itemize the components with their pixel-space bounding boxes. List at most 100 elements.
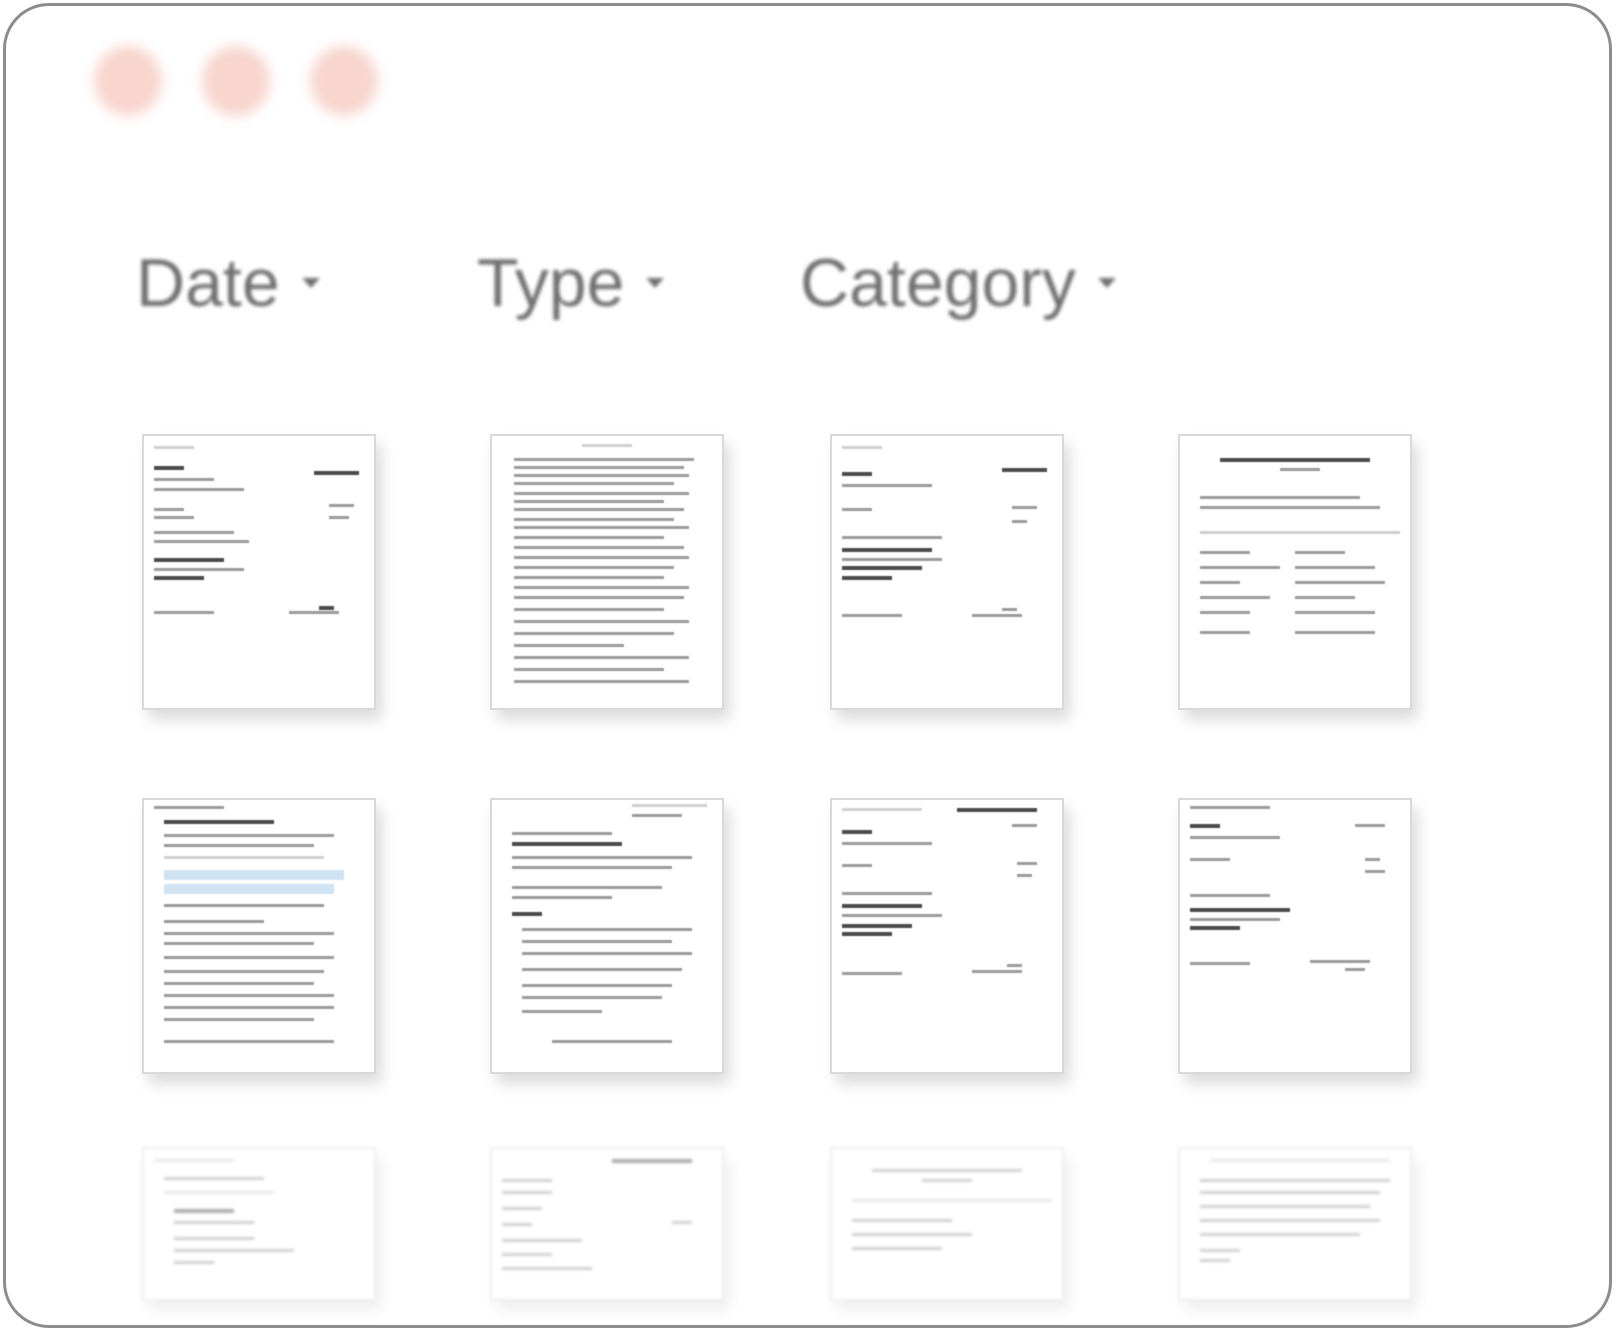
minimize-window-button[interactable] — [202, 46, 270, 116]
text-line — [514, 466, 684, 469]
close-window-button[interactable] — [94, 46, 162, 116]
text-line — [1012, 824, 1037, 827]
text-line — [514, 492, 689, 495]
text-line — [1220, 458, 1370, 462]
document-preview — [1180, 1149, 1410, 1299]
text-line — [552, 1040, 672, 1043]
text-line — [1200, 1259, 1230, 1262]
text-line — [164, 970, 324, 973]
text-line — [154, 611, 214, 614]
text-line — [1200, 496, 1360, 499]
text-line — [154, 1159, 234, 1162]
text-line — [514, 680, 689, 683]
text-line — [164, 1177, 264, 1180]
text-line — [502, 1239, 582, 1242]
text-line — [154, 478, 214, 481]
text-line — [1200, 566, 1280, 569]
document-preview — [1180, 800, 1410, 1072]
document-thumbnail[interactable] — [490, 798, 724, 1074]
text-line — [514, 632, 674, 635]
text-line — [842, 892, 932, 895]
text-line — [502, 1267, 592, 1270]
document-thumbnail[interactable] — [1178, 1147, 1412, 1301]
text-line — [1365, 870, 1385, 873]
type-filter-dropdown[interactable]: Type — [477, 244, 800, 322]
text-line — [1200, 1205, 1370, 1208]
document-thumbnail[interactable] — [490, 1147, 724, 1301]
text-line — [514, 546, 684, 549]
document-thumbnail[interactable] — [142, 798, 376, 1074]
text-line — [512, 896, 612, 899]
text-line — [1355, 824, 1385, 827]
document-thumbnail[interactable] — [830, 1147, 1064, 1301]
text-line — [1295, 581, 1385, 584]
text-line — [174, 1237, 254, 1240]
text-line — [522, 952, 692, 955]
text-line — [842, 614, 902, 617]
text-line — [502, 1223, 532, 1226]
document-thumbnail[interactable] — [490, 434, 724, 710]
text-line — [522, 1010, 602, 1013]
text-line — [582, 444, 632, 447]
document-grid — [142, 434, 1442, 1325]
text-line — [1002, 468, 1047, 472]
text-line — [1190, 918, 1280, 921]
text-line — [512, 832, 612, 835]
zoom-window-button[interactable] — [310, 46, 378, 116]
category-filter-dropdown[interactable]: Category — [800, 244, 1116, 322]
text-line — [1200, 611, 1250, 614]
text-line — [1012, 520, 1027, 523]
text-line — [514, 500, 664, 503]
text-line — [514, 508, 684, 511]
text-line — [154, 540, 249, 543]
text-line — [1190, 824, 1220, 828]
text-line — [164, 820, 274, 824]
document-preview — [1180, 436, 1410, 708]
text-line — [842, 842, 932, 845]
text-line — [512, 912, 542, 916]
document-preview — [144, 1149, 374, 1299]
text-line — [842, 830, 872, 834]
text-line — [174, 1221, 254, 1224]
app-window: Date Type Category — [3, 3, 1612, 1328]
text-line — [289, 611, 339, 614]
text-line — [522, 996, 662, 999]
text-line — [842, 446, 882, 449]
date-filter-dropdown[interactable]: Date — [136, 244, 477, 322]
text-line — [852, 1247, 942, 1250]
text-line — [154, 568, 244, 571]
text-line — [164, 844, 314, 847]
text-line — [164, 884, 334, 894]
document-thumbnail[interactable] — [1178, 434, 1412, 710]
text-line — [164, 856, 324, 859]
text-line — [319, 606, 334, 610]
document-thumbnail[interactable] — [142, 1147, 376, 1301]
text-line — [514, 556, 689, 559]
text-line — [514, 536, 664, 539]
text-line — [514, 458, 694, 461]
text-line — [1345, 968, 1365, 971]
document-thumbnail[interactable] — [142, 434, 376, 710]
text-line — [1200, 581, 1240, 584]
text-line — [174, 1249, 294, 1252]
document-preview — [492, 1149, 722, 1299]
text-line — [972, 614, 1022, 617]
text-line — [514, 596, 684, 599]
filter-bar: Date Type Category — [136, 244, 1116, 322]
text-line — [164, 956, 334, 959]
text-line — [329, 516, 349, 519]
document-thumbnail[interactable] — [830, 798, 1064, 1074]
text-line — [1200, 1249, 1240, 1252]
text-line — [164, 932, 334, 935]
text-line — [514, 656, 689, 659]
document-thumbnail[interactable] — [1178, 798, 1412, 1074]
text-line — [522, 984, 672, 987]
text-line — [1200, 631, 1250, 634]
document-thumbnail[interactable] — [830, 434, 1064, 710]
text-line — [164, 870, 344, 880]
text-line — [1002, 608, 1017, 611]
text-line — [1200, 506, 1380, 509]
text-line — [329, 504, 354, 507]
text-line — [164, 942, 314, 945]
text-line — [852, 1233, 972, 1236]
